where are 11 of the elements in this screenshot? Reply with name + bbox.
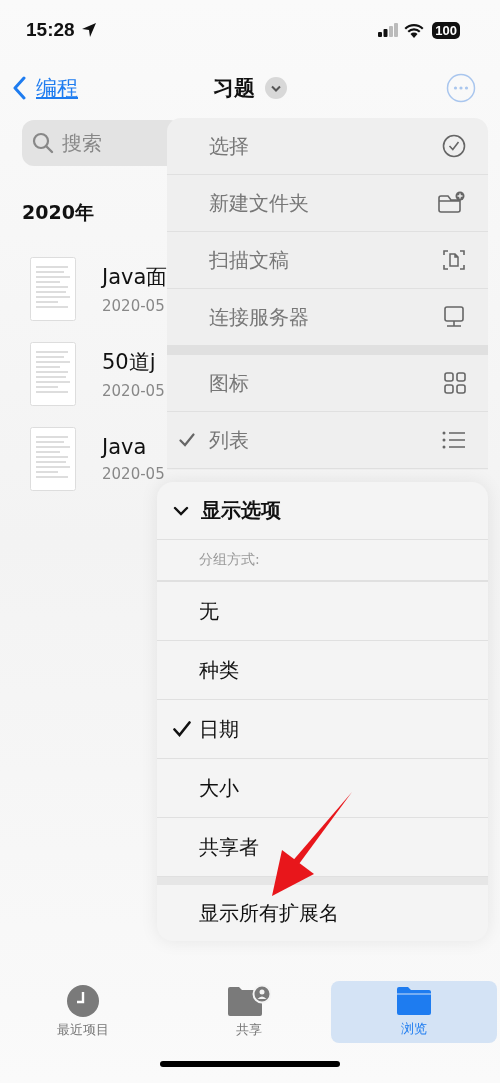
file-name: Java面 <box>102 263 168 291</box>
group-by-label: 分组方式: <box>157 540 488 582</box>
file-date: 2020-05 <box>102 464 165 483</box>
status-time: 15:28 <box>26 19 75 41</box>
battery-level: 100 <box>432 21 460 39</box>
file-date: 2020-05 <box>102 296 166 315</box>
file-date: 2020-05 <box>102 381 165 400</box>
file-name: Java <box>102 434 148 459</box>
folder-title: 习题 <box>213 75 255 102</box>
section-header: 2020年 <box>22 200 94 225</box>
file-name: 50道j <box>102 348 157 376</box>
